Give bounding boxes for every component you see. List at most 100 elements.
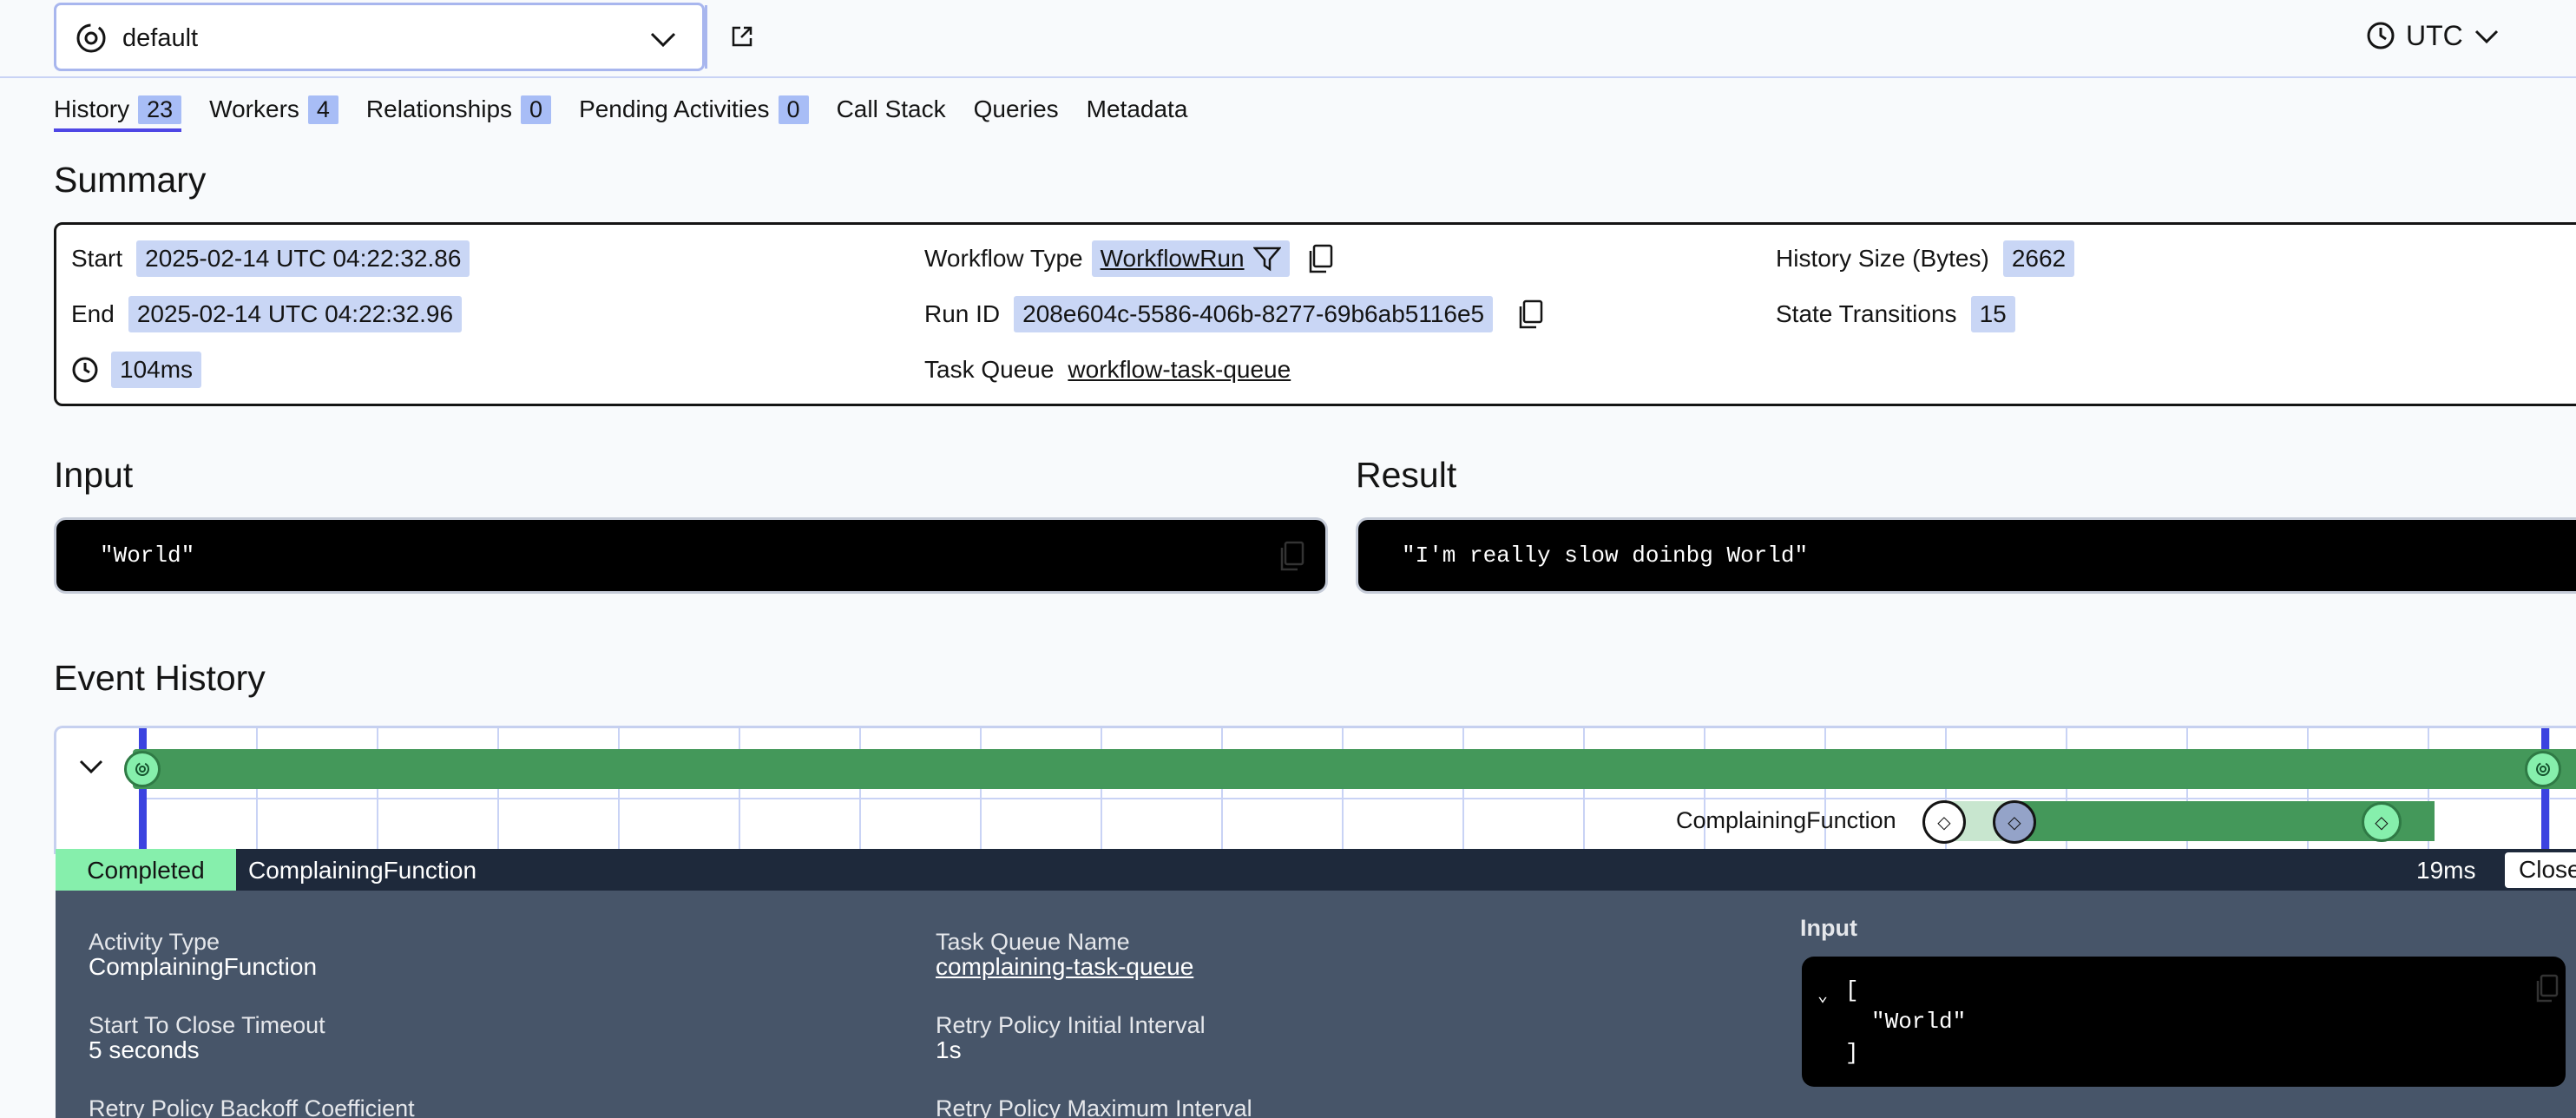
start-label: Start <box>71 245 123 272</box>
result-heading: Result <box>1356 455 1457 495</box>
count-badge: 0 <box>778 95 809 124</box>
code-line: ] <box>1845 1040 1859 1066</box>
workflow-end-marker <box>2541 728 2549 854</box>
activity-completed-node[interactable]: ◇ <box>2362 802 2402 842</box>
workflow-type-row: Workflow Type WorkflowRun <box>924 240 1333 277</box>
backoff-coefficient-label: Retry Policy Backoff Coefficient <box>89 1095 415 1118</box>
status-badge: Completed <box>56 849 236 891</box>
tab-label: Workers <box>209 95 299 122</box>
count-badge: 0 <box>521 95 552 124</box>
timezone-select[interactable]: UTC <box>2366 16 2500 56</box>
input-heading: Input <box>54 455 134 495</box>
workflow-type-chip: WorkflowRun <box>1091 240 1290 277</box>
event-duration: 19ms <box>2416 857 2476 884</box>
tab-label: Metadata <box>1086 95 1188 122</box>
workflow-start-node[interactable] <box>124 751 161 787</box>
copy-icon[interactable] <box>1517 299 1543 329</box>
chevron-down-icon <box>2474 30 2498 44</box>
initial-interval-label: Retry Policy Initial Interval <box>936 1012 1206 1038</box>
run-id-value: 208e604c-5586-406b-8277-69b6ab5116e5 <box>1014 296 1494 332</box>
timeline-gridline <box>980 728 982 854</box>
summary-heading: Summary <box>54 160 207 200</box>
copy-icon[interactable] <box>2534 974 2559 1003</box>
timeline-gridline <box>739 728 740 854</box>
chevron-down-icon[interactable] <box>77 756 105 777</box>
namespace-icon <box>76 23 106 53</box>
tab-metadata[interactable]: Metadata <box>1087 90 1188 128</box>
timeline-gridline <box>618 728 620 854</box>
workflow-end-node[interactable] <box>2525 751 2561 787</box>
count-badge: 4 <box>307 95 338 124</box>
detail-input-label: Input <box>1800 915 1857 941</box>
event-detail-panel: Activity Type ComplainingFunction Start … <box>56 891 2576 1118</box>
activity-started-node[interactable]: ◇ <box>1993 800 2036 844</box>
history-size-value: 2662 <box>2002 240 2075 277</box>
detail-input-code: ⌄ [ "World" ] <box>1802 957 2566 1087</box>
copy-icon[interactable] <box>1278 541 1304 572</box>
diamond-icon: ◇ <box>2375 812 2389 832</box>
namespace-value: default <box>122 24 199 52</box>
duration-row: 104ms <box>71 352 202 388</box>
diamond-icon: ◇ <box>2008 812 2021 832</box>
timeline-gridline <box>1101 728 1102 854</box>
start-to-close-value: 5 seconds <box>89 1036 200 1063</box>
copy-icon[interactable] <box>1307 244 1333 273</box>
result-code-block: "I'm really slow doinbg World" <box>1356 517 2576 594</box>
task-queue-link[interactable]: workflow-task-queue <box>1068 356 1291 384</box>
tab-call-stack[interactable]: Call Stack <box>837 90 946 128</box>
input-value: "World" <box>100 543 195 569</box>
timeline-gridline <box>377 728 378 854</box>
task-queue-label: Task Queue <box>924 356 1055 383</box>
summary-panel: Start 2025-02-14 UTC 04:22:32.86 End 202… <box>54 222 2576 406</box>
code-line: "World" <box>1871 1009 1967 1035</box>
external-link-icon <box>732 26 752 47</box>
timeline-gridline <box>1824 728 1826 854</box>
clock-icon <box>2367 22 2395 49</box>
timeline-gridline <box>1583 728 1585 854</box>
start-value: 2025-02-14 UTC 04:22:32.86 <box>136 240 470 277</box>
event-history-heading: Event History <box>54 658 266 698</box>
tab-workers[interactable]: Workers 4 <box>209 90 338 128</box>
workflow-type-link[interactable]: WorkflowRun <box>1101 245 1245 273</box>
timezone-label: UTC <box>2406 19 2463 51</box>
tab-relationships[interactable]: Relationships 0 <box>366 90 552 128</box>
tab-label: History <box>54 95 130 122</box>
filter-icon[interactable] <box>1252 246 1281 272</box>
history-size-row: History Size (Bytes) 2662 <box>1776 240 2075 277</box>
state-transitions-value: 15 <box>1970 296 2015 332</box>
task-queue-name-link[interactable]: complaining-task-queue <box>936 953 1193 981</box>
count-badge: 23 <box>138 95 182 124</box>
timeline-gridline <box>1221 728 1223 854</box>
tab-history[interactable]: History 23 <box>54 90 182 132</box>
input-code-block: "World" <box>54 517 1328 594</box>
workflow-start-marker <box>139 728 147 854</box>
close-button[interactable]: Close <box>2505 852 2576 888</box>
activity-scheduled-node[interactable]: ◇ <box>1922 800 1966 844</box>
top-bar: default UTC <box>0 0 2576 78</box>
task-queue-name-label: Task Queue Name <box>936 929 1130 955</box>
workflow-icon <box>135 762 149 776</box>
start-row: Start 2025-02-14 UTC 04:22:32.86 <box>71 240 470 277</box>
namespace-open-button[interactable] <box>707 5 780 69</box>
namespace-select[interactable]: default <box>54 3 752 71</box>
activity-type-label: Activity Type <box>89 929 220 955</box>
timeline-gridline <box>256 728 258 854</box>
chevron-down-icon <box>650 32 676 48</box>
timeline-gridline <box>859 728 861 854</box>
collapse-caret-icon[interactable]: ⌄ <box>1817 984 1828 1007</box>
duration-value: 104ms <box>111 352 202 388</box>
clock-icon <box>72 357 98 383</box>
tab-pending-activities[interactable]: Pending Activities 0 <box>579 90 809 128</box>
tab-queries[interactable]: Queries <box>974 90 1059 128</box>
run-id-row: Run ID 208e604c-5586-406b-8277-69b6ab511… <box>924 296 1543 332</box>
run-id-label: Run ID <box>924 300 1001 327</box>
maximum-interval-label: Retry Policy Maximum Interval <box>936 1095 1252 1118</box>
state-transitions-label: State Transitions <box>1776 300 1957 327</box>
namespace-dropdown[interactable]: default <box>56 5 707 69</box>
workflow-tabs: History 23 Workers 4 Relationships 0 Pen… <box>54 90 1215 132</box>
timeline-gridline <box>497 728 499 854</box>
start-to-close-label: Start To Close Timeout <box>89 1012 325 1038</box>
workflow-bar[interactable] <box>133 749 2576 789</box>
end-value: 2025-02-14 UTC 04:22:32.96 <box>128 296 463 332</box>
timeline-gridline <box>1462 728 1464 854</box>
